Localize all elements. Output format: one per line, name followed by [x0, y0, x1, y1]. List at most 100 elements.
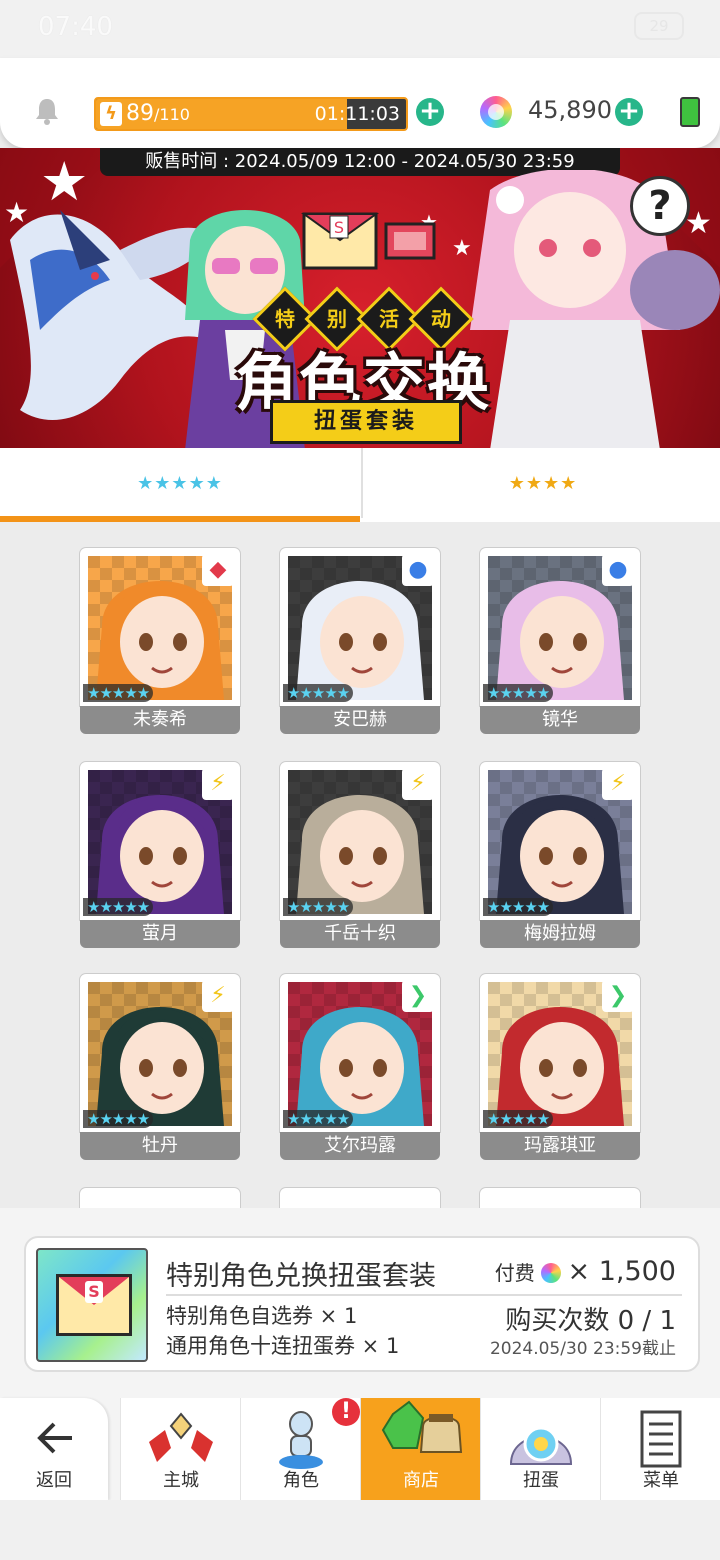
rarity-stars: ★★★★★ — [483, 684, 554, 702]
stamina-current: 89 — [126, 101, 154, 126]
character-name: 梅姆拉姆 — [480, 920, 640, 948]
rarity-stars: ★★★★★ — [283, 684, 354, 702]
character-card[interactable]: ❯ ★★★★★ 玛露琪亚 — [480, 974, 640, 1160]
rarity-stars: ★★★★★ — [283, 898, 354, 916]
tab-five-star[interactable]: ★★★★★ — [0, 448, 360, 522]
rarity-stars: ★★★★★ — [483, 1110, 554, 1128]
package-item-2: 通用角色十连扭蛋券 × 1 — [166, 1334, 400, 1358]
character-card-partial[interactable] — [480, 1188, 640, 1210]
cost-amount: × 1,500 — [567, 1256, 676, 1287]
card-frame: ● ★★★★★ — [480, 548, 640, 706]
stamina-bar: ϟ 89/110 01:11:03 — [94, 97, 408, 131]
menu-icon — [640, 1410, 682, 1468]
character-icon — [279, 1411, 323, 1469]
nav-shop[interactable]: 商店 — [360, 1398, 481, 1500]
gem-icon — [480, 96, 512, 128]
character-name: 未奏希 — [80, 706, 240, 734]
rarity-stars: ★★★★★ — [483, 898, 554, 916]
lightning-icon: ϟ — [100, 102, 122, 126]
status-bar: 07:40 29 — [0, 0, 720, 58]
character-card[interactable]: ● ★★★★★ 镜华 — [480, 548, 640, 734]
shop-icon — [381, 1400, 463, 1453]
card-frame: ❯ ★★★★★ — [280, 974, 440, 1132]
character-card-partial[interactable] — [280, 1188, 440, 1210]
character-name: 牡丹 — [80, 1132, 240, 1160]
nav-menu-label: 菜单 — [643, 1470, 679, 1491]
nav-menu[interactable]: 菜单 — [600, 1398, 720, 1500]
character-name: 千岳十织 — [280, 920, 440, 948]
deadline: 2024.05/30 23:59截止 — [489, 1339, 676, 1359]
stamina-timer: 01:11:03 — [314, 103, 400, 125]
back-button[interactable]: 返回 — [0, 1398, 108, 1500]
stamina-max: /110 — [154, 105, 190, 124]
nav-shop-label: 商店 — [403, 1470, 439, 1491]
character-card[interactable]: ⚡ ★★★★★ 牡丹 — [80, 974, 240, 1160]
purchase-count: 购买次数 0 / 1 — [505, 1306, 676, 1336]
attribute-icon: ❯ — [602, 980, 634, 1012]
clock: 07:40 — [38, 12, 113, 42]
cost-label: 付费 — [494, 1261, 535, 1285]
notification-badge: ! — [332, 1398, 360, 1426]
character-card[interactable]: ⚡ ★★★★★ 千岳十织 — [280, 762, 440, 948]
character-name: 玛露琪亚 — [480, 1132, 640, 1160]
svg-text:S: S — [334, 218, 344, 237]
character-card[interactable]: ⚡ ★★★★★ 梅姆拉姆 — [480, 762, 640, 948]
battery-icon — [680, 97, 700, 127]
character-grid: ◆ ★★★★★ 未奏希 ● ★★★★★ 安巴赫 ● ★★★★★ 镜华 ⚡ ★★★★★ 萤月 ⚡ ★★★★★… — [0, 522, 720, 1210]
gem-icon — [541, 1263, 562, 1283]
card-frame: ● ★★★★★ — [280, 548, 440, 706]
nav-gacha-label: 扭蛋 — [523, 1470, 559, 1491]
rarity-stars: ★★★★★ — [83, 684, 154, 702]
rarity-stars: ★★★★★ — [83, 898, 154, 916]
character-card[interactable]: ◆ ★★★★★ 未奏希 — [80, 548, 240, 734]
nav-home-label: 主城 — [163, 1470, 199, 1491]
package-cost: 付费 × 1,500 — [495, 1256, 676, 1287]
character-name: 萤月 — [80, 920, 240, 948]
attribute-icon: ● — [402, 554, 434, 586]
nav-character-label: 角色 — [283, 1470, 319, 1491]
card-frame: ◆ ★★★★★ — [80, 548, 240, 706]
divider — [166, 1294, 682, 1296]
package-thumbnail — [36, 1248, 148, 1362]
character-card[interactable]: ● ★★★★★ 安巴赫 — [280, 548, 440, 734]
card-frame: ⚡ ★★★★★ — [80, 974, 240, 1132]
attribute-icon: ❯ — [402, 980, 434, 1012]
character-card[interactable]: ⚡ ★★★★★ 萤月 — [80, 762, 240, 948]
attribute-icon: ⚡ — [202, 768, 234, 800]
back-arrow-icon — [37, 1422, 72, 1454]
help-button[interactable]: ? — [630, 176, 690, 236]
rarity-tabs: ★★★★★ ★★★★ — [0, 448, 720, 522]
package-title: 特别角色兑换扭蛋套装 — [166, 1261, 436, 1292]
package-item-1: 特别角色自选券 × 1 — [166, 1304, 358, 1328]
attribute-icon: ● — [602, 554, 634, 586]
system-navigation-bar — [0, 1500, 720, 1560]
castle-icon — [149, 1412, 213, 1462]
nav-home[interactable]: 主城 — [120, 1398, 241, 1500]
banner-subtitle: 扭蛋套装 — [270, 400, 462, 444]
card-frame: ⚡ ★★★★★ — [480, 762, 640, 920]
tab-four-star[interactable]: ★★★★ — [361, 448, 720, 518]
attribute-icon: ⚡ — [602, 768, 634, 800]
rarity-stars: ★★★★★ — [83, 1110, 154, 1128]
envelope-icon — [56, 1274, 132, 1336]
gem-count: 45,890 — [528, 96, 612, 124]
attribute-icon: ⚡ — [402, 768, 434, 800]
bell-icon[interactable] — [34, 96, 60, 126]
gacha-icon — [509, 1426, 573, 1465]
nav-gacha[interactable]: 扭蛋 — [480, 1398, 601, 1500]
attribute-icon: ◆ — [202, 554, 234, 586]
back-label: 返回 — [36, 1470, 72, 1491]
character-card-partial[interactable] — [80, 1188, 240, 1210]
ticket-icon: S — [300, 212, 436, 270]
character-name: 安巴赫 — [280, 706, 440, 734]
character-card[interactable]: ❯ ★★★★★ 艾尔玛露 — [280, 974, 440, 1160]
character-name: 艾尔玛露 — [280, 1132, 440, 1160]
add-gem-button[interactable]: + — [615, 98, 643, 126]
card-frame: ❯ ★★★★★ — [480, 974, 640, 1132]
card-frame: ⚡ ★★★★★ — [80, 762, 240, 920]
rarity-stars: ★★★★★ — [283, 1110, 354, 1128]
add-stamina-button[interactable]: + — [416, 98, 444, 126]
attribute-icon: ⚡ — [202, 980, 234, 1012]
card-frame: ⚡ ★★★★★ — [280, 762, 440, 920]
battery-level: 29 — [634, 12, 684, 40]
